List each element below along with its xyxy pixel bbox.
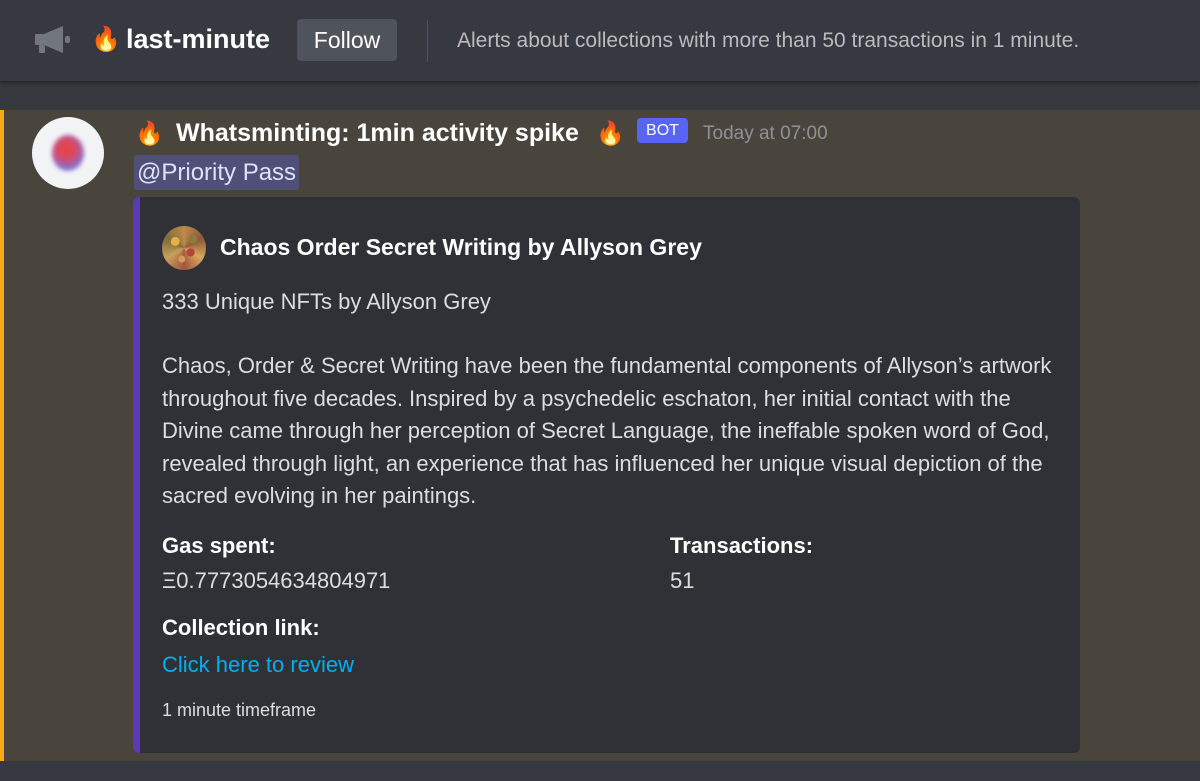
embed-card: Chaos Order Secret Writing by Allyson Gr… <box>133 197 1080 753</box>
message-row: 🔥 Whatsminting: 1min activity spike 🔥 BO… <box>0 110 1200 761</box>
avatar-logo-icon <box>52 135 84 171</box>
field-link-name: Collection link: <box>162 615 320 640</box>
embed-title: Chaos Order Secret Writing by Allyson Gr… <box>220 234 702 260</box>
field-gas-name: Gas spent: <box>162 533 276 558</box>
field-gas-value: Ξ0.7773054634804971 <box>162 568 391 593</box>
embed-footer: 1 minute timeframe <box>162 700 317 720</box>
fire-emoji-icon: 🔥 <box>91 26 121 53</box>
megaphone-icon <box>35 26 70 53</box>
embed-accent-bar <box>133 197 140 753</box>
follow-button[interactable]: Follow <box>297 19 397 61</box>
mention-highlight-bar <box>0 110 4 761</box>
collection-link[interactable]: Click here to review <box>162 650 354 680</box>
channel-header: 🔥 last-minute Follow Alerts about collec… <box>0 0 1200 82</box>
field-transactions-name: Transactions: <box>670 533 814 558</box>
channel-topic: Alerts about collections with more than … <box>457 29 1080 52</box>
field-transactions-value: 51 <box>670 568 695 593</box>
channel-name: last-minute <box>126 24 271 54</box>
embed-description: Chaos, Order & Secret Writing have been … <box>162 353 1052 508</box>
header-divider <box>427 20 428 62</box>
bottom-strip <box>0 761 1200 781</box>
message-timestamp[interactable]: Today at 07:00 <box>703 121 828 147</box>
avatar[interactable] <box>32 117 104 189</box>
bot-badge: BOT <box>637 118 688 143</box>
author-name[interactable]: Whatsminting: 1min activity spike <box>176 117 579 149</box>
fire-emoji-icon: 🔥 <box>135 120 164 146</box>
fire-emoji-icon: 🔥 <box>596 120 625 146</box>
collection-thumbnail[interactable] <box>162 226 206 270</box>
embed-subtitle: 333 Unique NFTs by Allyson Grey <box>162 289 491 314</box>
role-mention[interactable]: @Priority Pass <box>134 155 300 190</box>
